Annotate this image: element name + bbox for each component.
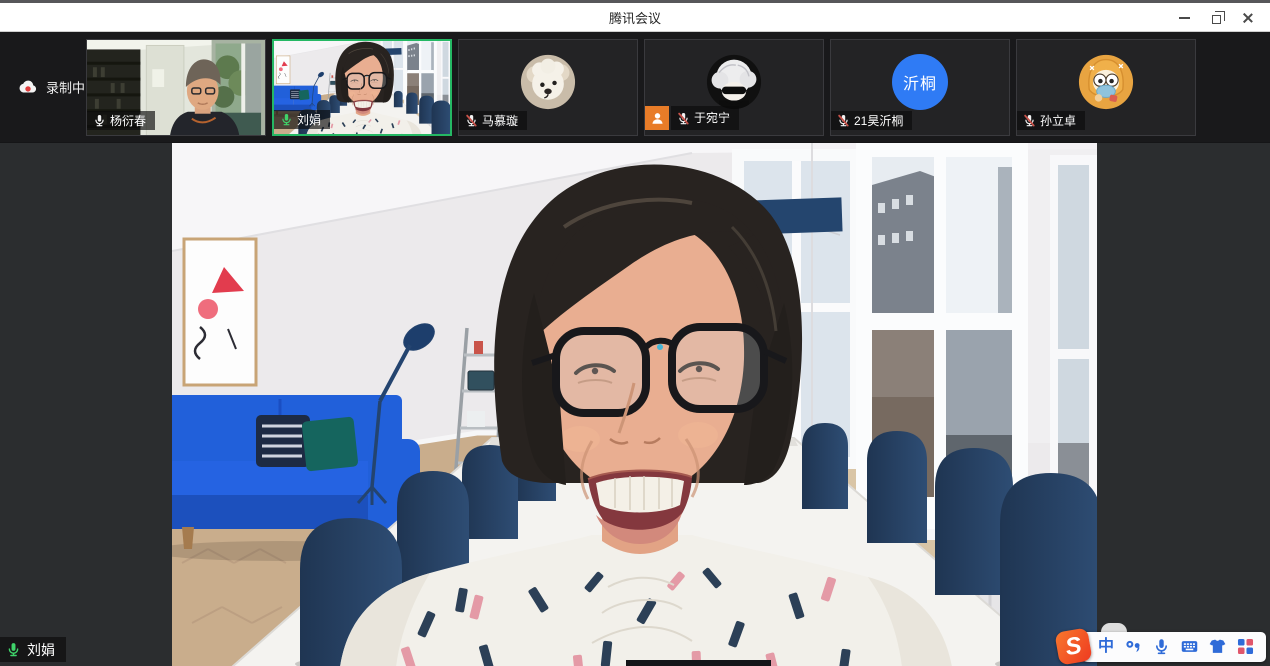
- name-label: 于宛宁: [671, 106, 739, 130]
- toolbox-icon[interactable]: [1237, 638, 1254, 655]
- name-label: 马慕璇: [459, 111, 527, 130]
- recording-indicator[interactable]: 录制中: [18, 78, 85, 97]
- avatar-initials: 沂桐: [892, 54, 948, 110]
- anime-avatar: [706, 54, 762, 110]
- window-title: 腾讯会议: [0, 3, 1270, 31]
- minimize-button[interactable]: [1168, 5, 1200, 31]
- name-label: 刘娟: [274, 110, 330, 129]
- participant-name: 马慕璇: [482, 115, 518, 127]
- restore-button[interactable]: [1200, 5, 1232, 31]
- participant-strip: 录制中 杨衍春 刘娟: [0, 32, 1270, 142]
- text-avatar: 沂桐: [892, 54, 948, 110]
- participant-tile-mamuxuan[interactable]: 马慕璇: [458, 39, 638, 136]
- host-badge: [645, 106, 669, 130]
- minimize-icon: [1179, 17, 1190, 19]
- ime-handle[interactable]: [1101, 623, 1127, 632]
- thumbnails: 杨衍春 刘娟: [86, 39, 1196, 136]
- participant-name: 杨衍春: [110, 115, 146, 127]
- chinese-mode-icon[interactable]: 中: [1098, 639, 1114, 655]
- ime-pill: 中: [1082, 632, 1266, 662]
- mic-muted-icon: [837, 114, 850, 127]
- participant-name: 孙立卓: [1040, 115, 1076, 127]
- voice-input-icon[interactable]: [1153, 638, 1170, 655]
- mic-speaking-icon: [280, 113, 293, 126]
- mic-speaking-icon: [6, 642, 21, 657]
- room-scene: [172, 143, 1097, 666]
- recording-label: 录制中: [46, 78, 85, 97]
- participant-tile-liujuan[interactable]: 刘娟: [272, 39, 452, 136]
- name-label: 杨衍春: [87, 111, 155, 130]
- participant-tile-haoyitong[interactable]: 沂桐 21昊沂桐: [830, 39, 1010, 136]
- window-controls: [1168, 3, 1264, 32]
- participant-tile-sunlizhuo[interactable]: 孙立卓: [1016, 39, 1196, 136]
- active-speaker-label: 刘娟: [0, 637, 66, 662]
- keyboard-icon[interactable]: [1181, 638, 1198, 655]
- name-label: 孙立卓: [1017, 111, 1085, 130]
- restore-icon: [1212, 15, 1221, 24]
- mic-on-icon: [93, 114, 106, 127]
- skin-icon[interactable]: [1209, 638, 1226, 655]
- cloud-record-icon: [18, 80, 38, 95]
- active-speaker-video: [172, 143, 1097, 666]
- participant-name: 21昊沂桐: [854, 115, 903, 127]
- punctuation-icon[interactable]: [1125, 638, 1142, 655]
- participant-tile-yangyanchun[interactable]: 杨衍春: [86, 39, 266, 136]
- sogou-logo-icon[interactable]: S: [1054, 627, 1092, 665]
- dog-avatar: [520, 54, 576, 110]
- participant-name: 于宛宁: [694, 112, 730, 124]
- main-stage: 刘娟 S 中: [0, 142, 1270, 666]
- close-button[interactable]: [1232, 5, 1264, 31]
- tencent-meeting-window: 腾讯会议 录制中 杨衍春 刘娟: [0, 0, 1270, 666]
- mic-muted-icon: [677, 112, 690, 125]
- close-icon: [1242, 12, 1254, 24]
- ime-toolbar: S 中: [1057, 630, 1266, 663]
- participant-tile-yuwanning[interactable]: 于宛宁: [644, 39, 824, 136]
- title-bar: 腾讯会议: [0, 0, 1270, 32]
- name-label: 21昊沂桐: [831, 111, 912, 130]
- mic-muted-icon: [1023, 114, 1036, 127]
- person-icon: [650, 111, 665, 126]
- active-speaker-name: 刘娟: [27, 643, 55, 657]
- mic-muted-icon: [465, 114, 478, 127]
- participant-name: 刘娟: [297, 114, 321, 126]
- cartoon-avatar: [1078, 54, 1134, 110]
